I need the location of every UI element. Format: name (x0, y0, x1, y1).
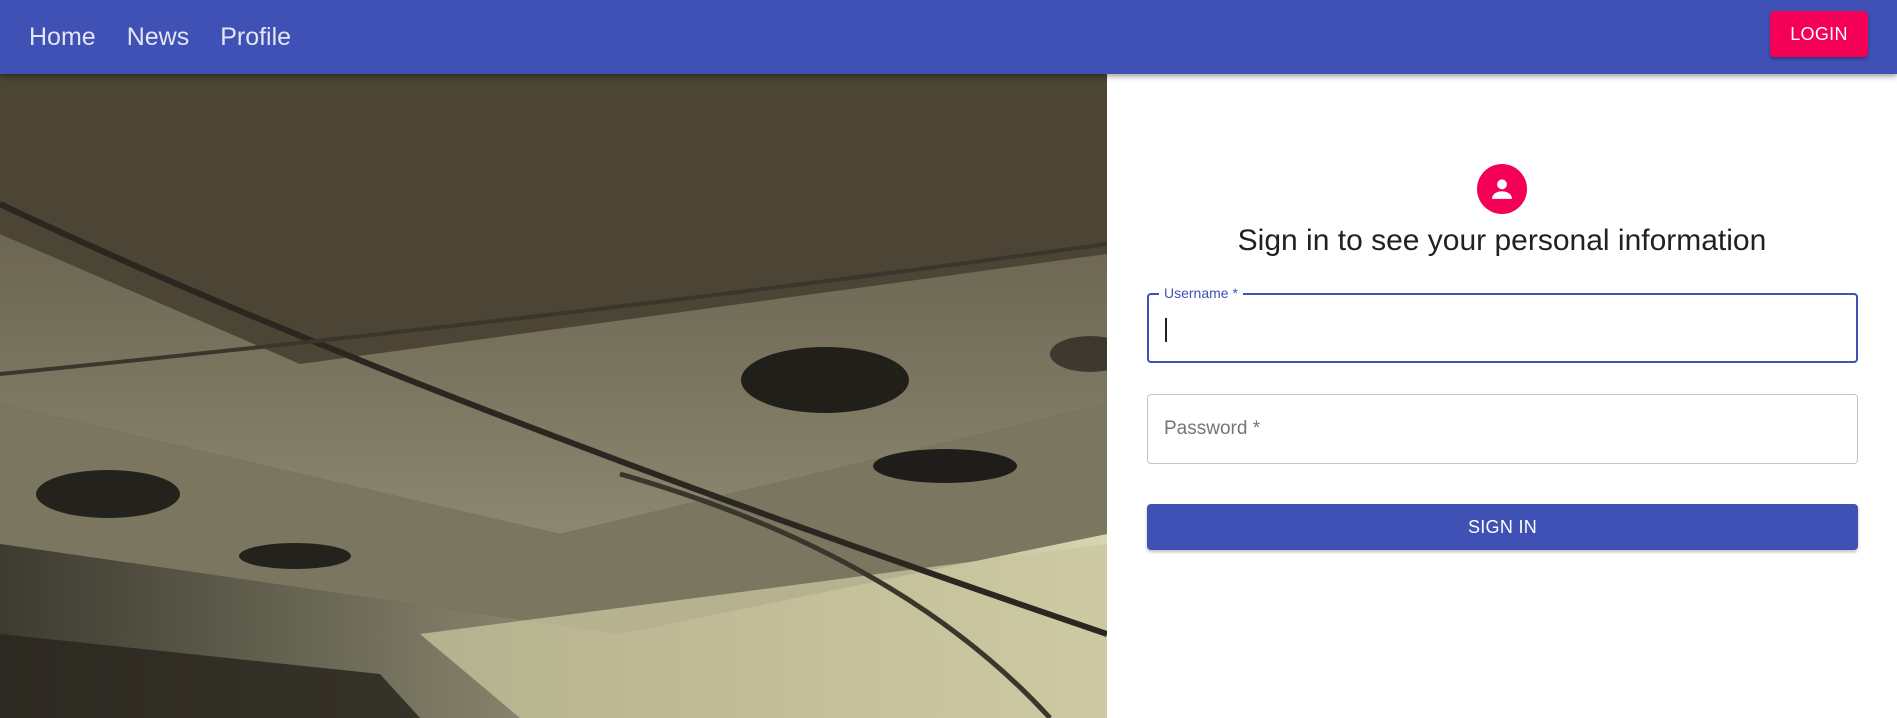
username-field[interactable]: Username * (1147, 285, 1858, 363)
password-field[interactable]: Password * (1147, 394, 1858, 464)
login-button[interactable]: LOGIN (1770, 11, 1868, 57)
text-cursor (1165, 318, 1167, 342)
password-input[interactable] (1148, 395, 1857, 463)
username-input[interactable] (1149, 295, 1856, 361)
hero-image (0, 74, 1107, 718)
nav-link-profile[interactable]: Profile (220, 23, 291, 52)
sign-in-button[interactable]: SIGN IN (1147, 504, 1858, 550)
app-bar: Home News Profile LOGIN (0, 0, 1897, 74)
person-icon (1492, 179, 1512, 199)
nav-link-news[interactable]: News (127, 23, 190, 52)
nav-link-home[interactable]: Home (29, 23, 96, 52)
sign-in-panel: Sign in to see your personal information… (1107, 74, 1897, 718)
avatar (1477, 164, 1527, 214)
sign-in-heading: Sign in to see your personal information (1237, 224, 1767, 257)
concrete-ceiling-photo (0, 74, 1107, 718)
main-nav: Home News Profile (29, 0, 291, 74)
